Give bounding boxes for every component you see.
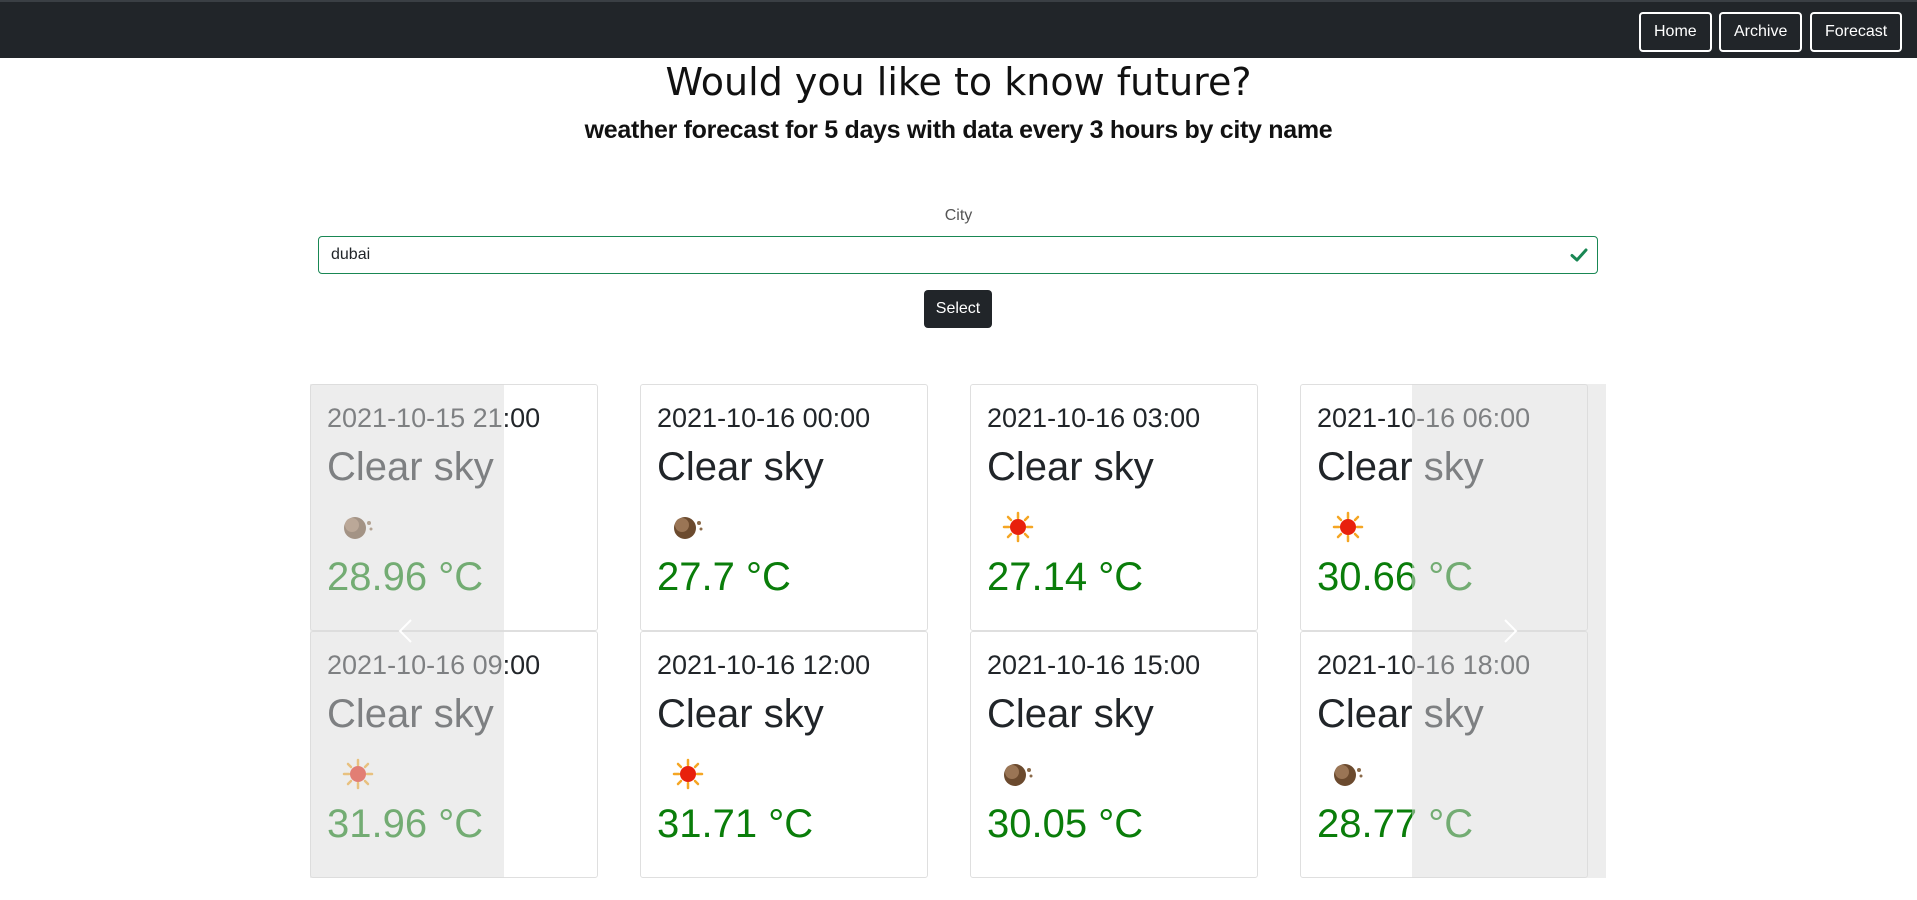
sun-icon	[342, 758, 374, 790]
carousel-next-icon[interactable]	[1494, 616, 1524, 646]
carousel-prev-icon[interactable]	[392, 616, 422, 646]
top-navbar: Home Archive Forecast	[0, 0, 1917, 58]
forecast-card: 2021-10-16 09:00 Clear sky 31.96 °C	[310, 631, 598, 878]
forecast-description: Clear sky	[1317, 692, 1484, 736]
forecast-description: Clear sky	[327, 692, 494, 736]
forecast-description: Clear sky	[1317, 445, 1484, 489]
moon-icon	[674, 517, 703, 539]
forecast-date: 2021-10-16 12:00	[657, 650, 871, 680]
forecast-card: 2021-10-16 06:00 Clear sky 30.66 °C	[1300, 384, 1588, 631]
forecast-temperature: 28.77 °C	[1317, 802, 1474, 846]
moon-icon	[344, 517, 373, 539]
forecast-date: 2021-10-16 18:00	[1317, 650, 1531, 680]
forecast-card: 2021-10-16 12:00 Clear sky 31.71 °C	[640, 631, 928, 878]
forecast-description: Clear sky	[657, 692, 824, 736]
forecast-temperature: 30.66 °C	[1317, 555, 1474, 599]
forecast-description: Clear sky	[327, 445, 494, 489]
forecast-card: 2021-10-16 18:00 Clear sky 28.77 °C	[1300, 631, 1588, 878]
select-button[interactable]: Select	[924, 290, 992, 328]
nav-archive-button[interactable]: Archive	[1719, 12, 1803, 52]
forecast-card: 2021-10-16 00:00 Clear sky 27.7 °C	[640, 384, 928, 631]
forecast-temperature: 27.14 °C	[987, 555, 1144, 599]
forecast-date: 2021-10-16 15:00	[987, 650, 1201, 680]
forecast-temperature: 28.96 °C	[327, 555, 484, 599]
city-label: City	[944, 207, 973, 224]
nav-home-button[interactable]: Home	[1639, 12, 1712, 52]
page-title: Would you like to know future?	[665, 60, 1252, 104]
forecast-description: Clear sky	[987, 692, 1154, 736]
moon-icon	[1004, 764, 1033, 786]
forecast-card: 2021-10-15 21:00 Clear sky 28.96 °C	[310, 384, 598, 631]
moon-icon	[1334, 764, 1363, 786]
forecast-date: 2021-10-16 06:00	[1317, 403, 1531, 433]
forecast-card: 2021-10-16 15:00 Clear sky 30.05 °C	[970, 631, 1258, 878]
forecast-temperature: 31.96 °C	[327, 802, 484, 846]
forecast-date: 2021-10-16 00:00	[657, 403, 871, 433]
forecast-date: 2021-10-16 09:00	[327, 650, 541, 680]
forecast-description: Clear sky	[987, 445, 1154, 489]
forecast-card: 2021-10-16 03:00 Clear sky 27.14 °C	[970, 384, 1258, 631]
forecast-temperature: 30.05 °C	[987, 802, 1144, 846]
forecast-carousel: 2021-10-15 21:00 Clear sky 28.96 °C 2021…	[310, 384, 1606, 878]
city-input[interactable]	[318, 236, 1598, 274]
forecast-description: Clear sky	[657, 445, 824, 489]
forecast-temperature: 31.71 °C	[657, 802, 814, 846]
sun-icon	[1332, 511, 1364, 543]
forecast-date: 2021-10-16 03:00	[987, 403, 1201, 433]
valid-check-icon	[1570, 248, 1588, 262]
nav-forecast-button[interactable]: Forecast	[1810, 12, 1903, 52]
forecast-temperature: 27.7 °C	[657, 555, 791, 599]
page-subtitle: weather forecast for 5 days with data ev…	[584, 116, 1333, 144]
sun-icon	[1002, 511, 1034, 543]
forecast-date: 2021-10-15 21:00	[327, 403, 541, 433]
sun-icon	[672, 758, 704, 790]
